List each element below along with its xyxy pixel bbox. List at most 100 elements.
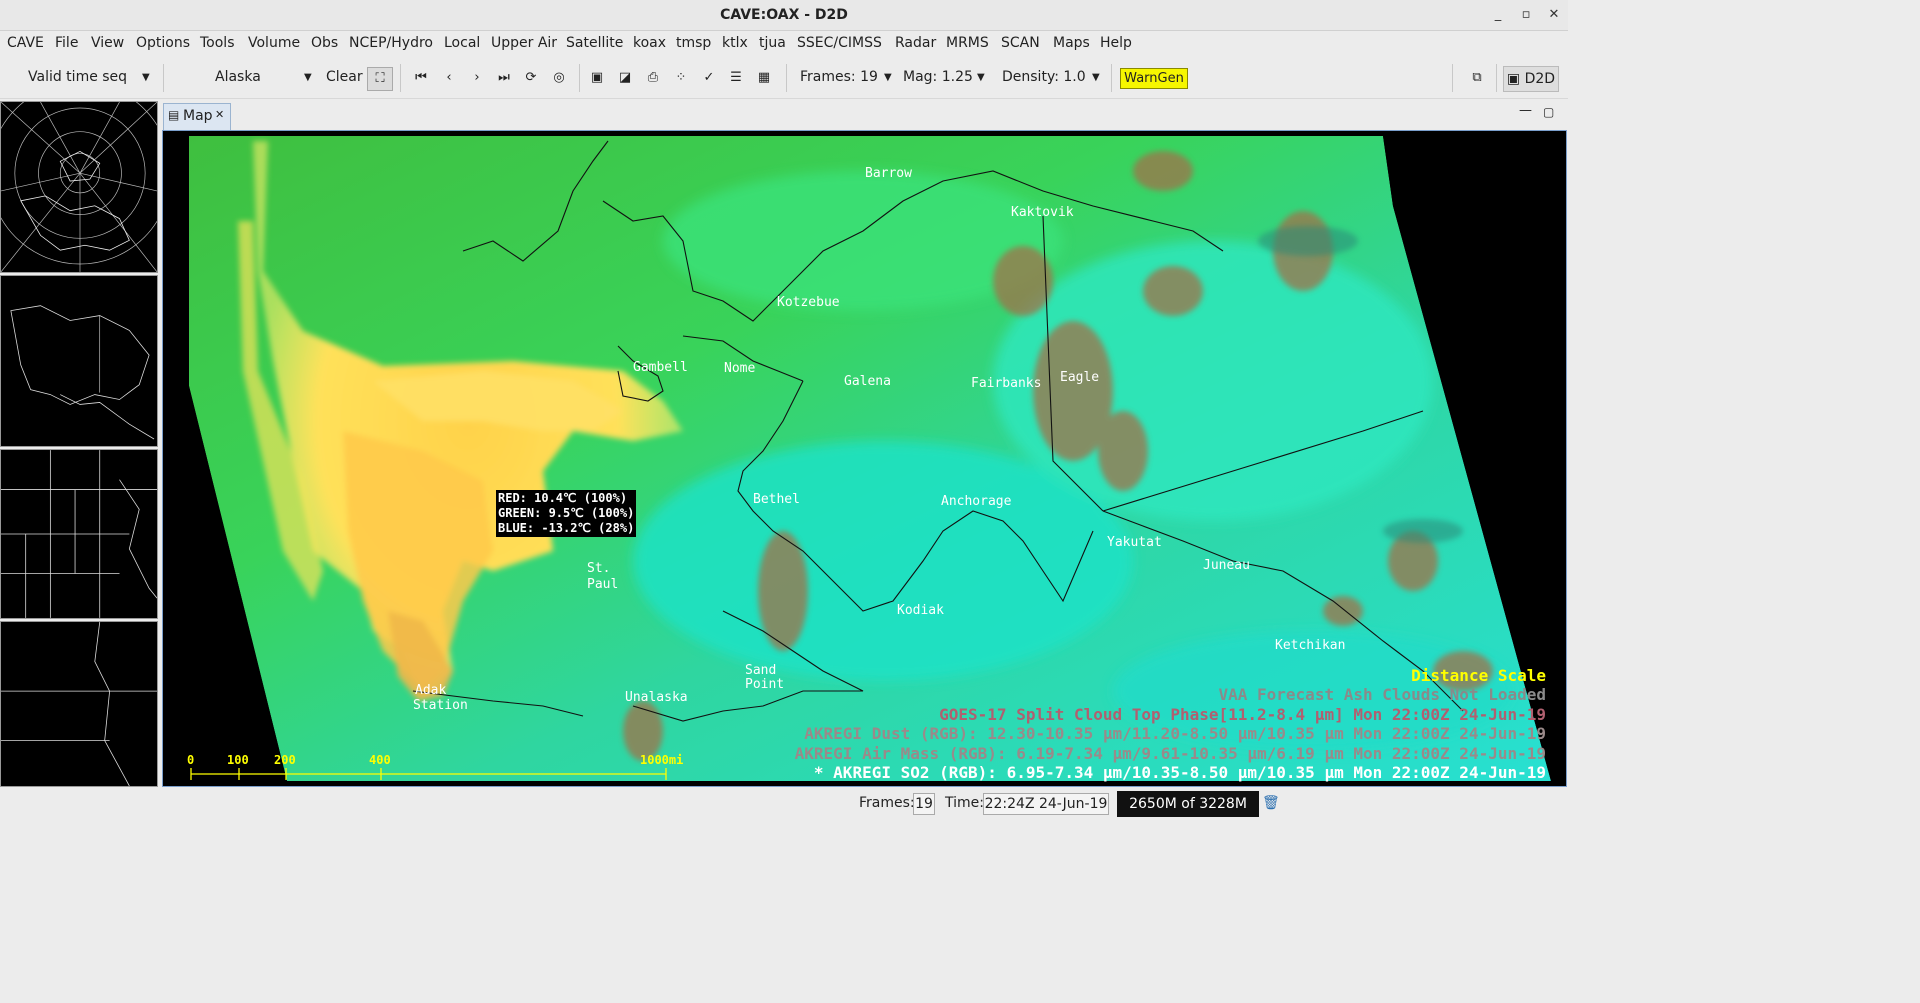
scale-tick-label: 0: [187, 753, 195, 767]
menu-help[interactable]: Help: [1100, 35, 1132, 51]
mag-dropdown[interactable]: Mag: 1.25: [903, 69, 973, 85]
sample-readout: RED: 10.4℃ (100%) GREEN: 9.5℃ (100%) BLU…: [496, 490, 637, 537]
menu-radar[interactable]: Radar: [895, 35, 936, 51]
city-label: Adak: [415, 683, 447, 698]
menu-obs[interactable]: Obs: [311, 35, 338, 51]
city-label: Anchorage: [941, 494, 1012, 509]
menu-cave[interactable]: CAVE: [7, 35, 44, 51]
density-dropdown[interactable]: Density: 1.0: [1002, 69, 1086, 85]
last-frame-icon[interactable]: ⏭: [495, 69, 513, 87]
trash-icon[interactable]: 🗑: [1262, 795, 1280, 811]
chevron-down-icon[interactable]: ▼: [304, 72, 312, 83]
menu-tmsp[interactable]: tmsp: [676, 35, 711, 51]
close-button[interactable]: ✕: [1540, 0, 1568, 30]
menu-koax[interactable]: koax: [633, 35, 666, 51]
chevron-down-icon[interactable]: ▼: [142, 72, 150, 83]
menu-ssec-cimss[interactable]: SSEC/CIMSS: [797, 35, 882, 51]
side-pane-local[interactable]: [0, 621, 158, 787]
chevron-down-icon[interactable]: ▼: [1092, 72, 1100, 83]
side-pane-midwest[interactable]: [0, 449, 158, 619]
tab-map-label: Map: [183, 108, 213, 124]
loop-properties-icon[interactable]: ◎: [550, 69, 568, 87]
menu-ktlx[interactable]: ktlx: [722, 35, 748, 51]
city-label: St.: [587, 561, 611, 576]
menu-satellite[interactable]: Satellite: [566, 35, 623, 51]
baseline-icon[interactable]: ✓: [700, 69, 718, 87]
minimize-button[interactable]: _: [1484, 0, 1512, 30]
new-map-icon[interactable]: ◪: [616, 69, 634, 87]
city-label: Kodiak: [897, 603, 944, 618]
status-time-value: 22:24Z 24-Jun-19: [983, 793, 1109, 815]
panel-layout-icon[interactable]: ▦: [755, 69, 773, 87]
d2d-perspective-button[interactable]: ▣ D2D: [1503, 66, 1559, 92]
menu-upper-air[interactable]: Upper Air: [491, 35, 557, 51]
city-label: Barrow: [865, 166, 912, 181]
minimize-pane-button[interactable]: —: [1519, 103, 1532, 118]
chevron-down-icon[interactable]: ▼: [977, 72, 985, 83]
legend-so2-rgb[interactable]: * AKREGI SO2 (RGB): 6.95-7.34 µm/10.35-8…: [814, 763, 1546, 782]
window-title: CAVE:OAX - D2D: [720, 7, 848, 23]
city-label: Kotzebue: [777, 295, 840, 310]
status-frames-label: Frames:: [859, 795, 915, 811]
menu-mrms[interactable]: MRMS: [946, 35, 989, 51]
menu-bar: CAVE File View Options Tools Volume Obs …: [0, 31, 1568, 57]
warngen-button[interactable]: WarnGen: [1120, 68, 1188, 89]
frames-dropdown[interactable]: Frames: 19: [800, 69, 878, 85]
city-label: Fairbanks: [971, 376, 1042, 391]
image-properties-icon[interactable]: ▣: [588, 69, 606, 87]
map-display[interactable]: Barrow Kaktovik Kotzebue Gambell Nome Ga…: [162, 130, 1567, 787]
city-label: Bethel: [753, 492, 800, 507]
city-label: Galena: [844, 374, 891, 389]
clear-button[interactable]: Clear: [326, 69, 363, 85]
legend-dust-rgb[interactable]: AKREGI Dust (RGB): 12.30-10.35 µm/11.20-…: [804, 724, 1546, 743]
menu-volume[interactable]: Volume: [248, 35, 300, 51]
scale-tick-label: 100: [227, 753, 249, 767]
scale-dropdown[interactable]: Alaska: [215, 69, 261, 85]
close-icon[interactable]: ✕: [215, 108, 224, 121]
map-icon: ▤: [168, 108, 180, 122]
city-label: Unalaska: [625, 690, 688, 705]
city-label: Juneau: [1203, 558, 1250, 573]
sample-green: GREEN: 9.5℃ (100%): [498, 506, 635, 520]
legend-distance-scale[interactable]: Distance Scale: [1411, 666, 1546, 685]
previous-frame-icon[interactable]: ‹: [440, 69, 458, 87]
list-icon[interactable]: ☰: [727, 69, 745, 87]
next-frame-icon[interactable]: ›: [468, 69, 486, 87]
menu-scan[interactable]: SCAN: [1001, 35, 1040, 51]
chevron-down-icon[interactable]: ▼: [884, 72, 892, 83]
point-icon[interactable]: ⁘: [672, 69, 690, 87]
legend-cloud-top-phase[interactable]: GOES-17 Split Cloud Top Phase[11.2-8.4 µ…: [939, 705, 1546, 724]
first-frame-icon[interactable]: ⏮: [412, 69, 430, 87]
city-label: Station: [413, 698, 468, 713]
open-perspective-icon[interactable]: ⧉: [1468, 69, 1486, 87]
menu-maps[interactable]: Maps: [1053, 35, 1090, 51]
legend-air-mass-rgb[interactable]: AKREGI Air Mass (RGB): 6.19-7.34 µm/9.61…: [795, 744, 1546, 763]
sample-red: RED: 10.4℃ (100%): [498, 491, 628, 505]
side-pane-alaska[interactable]: [0, 275, 158, 447]
menu-file[interactable]: File: [55, 35, 78, 51]
tab-map[interactable]: ▤ Map ✕: [163, 103, 231, 130]
side-pane-north-america[interactable]: [0, 101, 158, 273]
menu-view[interactable]: View: [91, 35, 124, 51]
status-time-label: Time:: [945, 795, 984, 811]
menu-local[interactable]: Local: [444, 35, 480, 51]
maximize-button[interactable]: ▫: [1512, 0, 1540, 30]
loop-icon[interactable]: ⟳: [522, 69, 540, 87]
maximize-pane-button[interactable]: ▢: [1543, 105, 1554, 119]
time-mode-dropdown[interactable]: Valid time seq: [28, 69, 127, 85]
city-label: Yakutat: [1107, 535, 1162, 550]
scale-tick-label: 1000mi: [640, 753, 684, 767]
city-label: Paul: [587, 577, 619, 592]
memory-usage: 2650M of 3228M: [1117, 791, 1259, 817]
toolbar: Valid time seq ▼ Alaska ▼ Clear ⛶ ⏮ ‹ › …: [0, 58, 1568, 99]
city-label: Gambell: [633, 360, 688, 375]
status-bar: Frames: 19 Time: 22:24Z 24-Jun-19 2650M …: [0, 789, 1568, 819]
legend-vaa[interactable]: VAA Forecast Ash Clouds Not Loaded: [1218, 685, 1546, 704]
menu-options[interactable]: Options: [136, 35, 190, 51]
menu-tjua[interactable]: tjua: [759, 35, 786, 51]
zoom-extent-icon[interactable]: ⛶: [367, 67, 393, 91]
print-icon[interactable]: ⎙: [644, 69, 662, 87]
menu-tools[interactable]: Tools: [200, 35, 235, 51]
menu-ncep-hydro[interactable]: NCEP/Hydro: [349, 35, 433, 51]
scale-tick-label: 200: [274, 753, 296, 767]
